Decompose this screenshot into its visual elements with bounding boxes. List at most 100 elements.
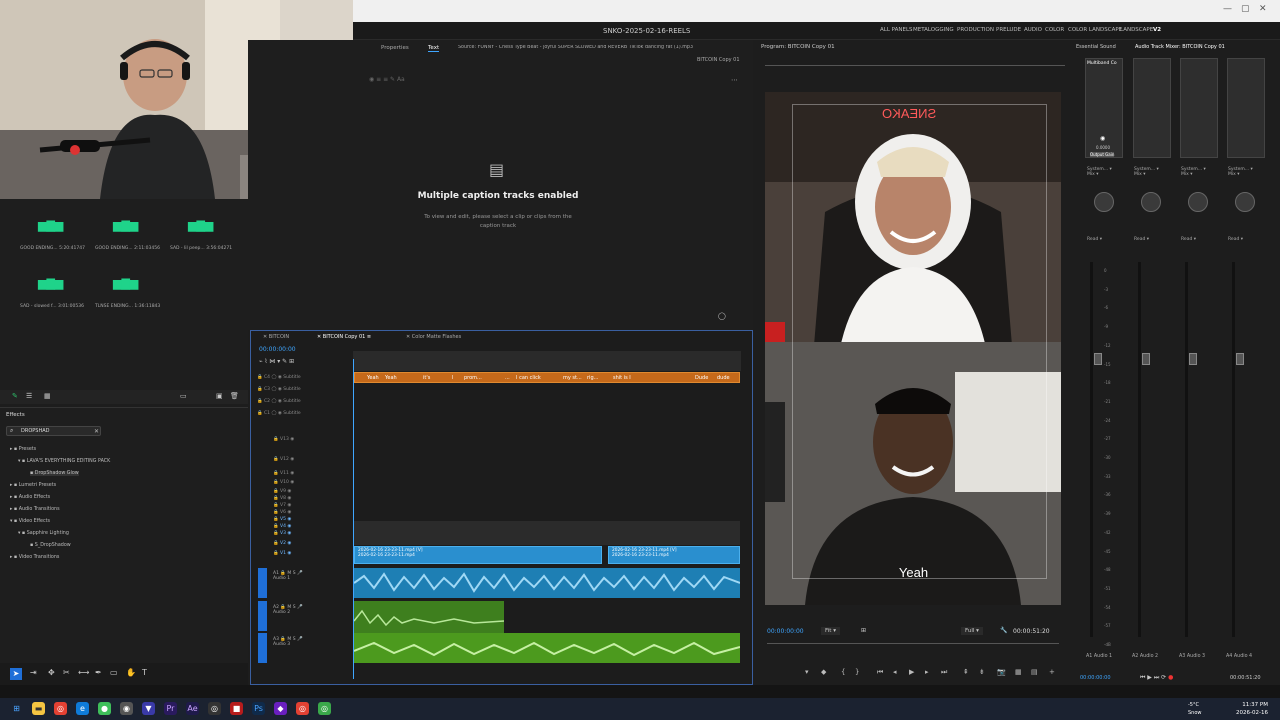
input-select[interactable]: System... ▾ Mix ▾ xyxy=(1228,167,1253,177)
weather-widget[interactable]: -5°C Snow xyxy=(1188,701,1202,717)
multicam-icon[interactable]: ▤ xyxy=(1031,668,1038,676)
pan-knob[interactable] xyxy=(1141,192,1161,212)
quality-select[interactable]: Full ▾ xyxy=(961,627,983,635)
tab-sequence[interactable]: ✕ BITCOIN xyxy=(263,334,289,340)
knob-icon[interactable]: ◉ xyxy=(1100,135,1105,142)
caption-word[interactable]: shit is I xyxy=(613,375,631,381)
program-scrubber[interactable] xyxy=(767,643,1059,655)
pen-tool-icon[interactable]: ✒ xyxy=(95,668,102,677)
track-header-subtitle[interactable]: 🔒 C1 ◯ ◉ Subtitle xyxy=(257,411,353,416)
track-target-a1[interactable] xyxy=(258,568,267,598)
step-back-icon[interactable]: ⏮ xyxy=(877,668,883,677)
snap-icon[interactable]: ⌁ ⌇ ⋈ ▾ ✎ ⊞ xyxy=(259,358,294,365)
tab-properties[interactable]: Properties xyxy=(381,45,409,51)
audio-clip-thumbnail[interactable]: ▆▇▆ GOOD ENDING... 2:11:03456 xyxy=(95,219,160,259)
slip-tool-icon[interactable]: ⟷ xyxy=(78,668,89,677)
step-forward-icon[interactable]: ⏭ xyxy=(941,668,947,677)
new-bin-icon[interactable]: ▭ xyxy=(180,392,187,400)
app-icon[interactable]: ● xyxy=(98,702,111,715)
list-view-icon[interactable]: ☰ xyxy=(26,392,32,400)
mixer-transport-icons[interactable]: ⏮ ▶ ⏭ ⟳ ● xyxy=(1140,674,1173,682)
photoshop-icon[interactable]: Ps xyxy=(252,702,265,715)
system-clock[interactable]: 11:37 PM 2026-02-16 xyxy=(1236,701,1268,717)
track-header-video[interactable]: 🔒 V7 ◉ xyxy=(273,503,369,508)
minimize-icon[interactable]: — xyxy=(1223,4,1232,14)
audio-clip-thumbnail[interactable]: ▆▇▆ SAD - lil peep... 3:56:04271 xyxy=(170,219,232,259)
track-header-subtitle[interactable]: 🔒 C4 ◯ ◉ Subtitle xyxy=(257,375,353,380)
video-clip[interactable]: 2026-02-16 23-23-11.mp4 [V] 2026-02-16 23… xyxy=(608,546,740,564)
timeline-timecode[interactable]: 00:00:00:00 xyxy=(259,346,296,353)
effects-item[interactable]: ▪ DropShadow Glow xyxy=(30,471,79,476)
more-options-icon[interactable]: ⋯ xyxy=(731,76,738,84)
workspace-tab[interactable]: PRELUDE xyxy=(996,27,1021,33)
mark-out-icon[interactable]: ◆ xyxy=(821,668,826,676)
premiere-icon[interactable]: Pr xyxy=(164,702,177,715)
compare-icon[interactable]: ▦ xyxy=(1015,668,1022,676)
workspace-tab[interactable]: ALL PANELS xyxy=(880,27,913,33)
caption-word[interactable]: ... xyxy=(505,375,510,381)
workspace-tab[interactable]: LANDSCAPE xyxy=(1120,27,1153,33)
caption-word[interactable]: my st... xyxy=(563,375,582,381)
effect-slot[interactable]: Multiband Co ◉ 0.0000 Output Gain xyxy=(1085,58,1123,158)
program-timecode[interactable]: 00:00:00:00 xyxy=(767,628,804,635)
after-effects-icon[interactable]: Ae xyxy=(186,702,199,715)
audio-clip-a3[interactable] xyxy=(354,633,740,663)
lift-icon[interactable]: ⇞ xyxy=(963,668,969,676)
track-header-video[interactable]: 🔒 V11 ◉ xyxy=(273,471,369,476)
windows-start-icon[interactable]: ⊞ xyxy=(10,702,23,715)
workspace-tab[interactable]: COLOR xyxy=(1045,27,1064,33)
track-header-video[interactable]: 🔒 V13 ◉ xyxy=(273,437,369,442)
playhead[interactable] xyxy=(353,359,354,679)
ripple-edit-icon[interactable]: ✥ xyxy=(48,668,55,677)
track-header-video[interactable]: 🔒 V12 ◉ xyxy=(273,457,369,462)
effect-slot[interactable] xyxy=(1227,58,1265,158)
camera-icon[interactable]: 📷 xyxy=(997,668,1006,676)
maximize-icon[interactable]: ▢ xyxy=(1241,4,1250,14)
frame-forward-icon[interactable]: ▸ xyxy=(925,668,929,676)
pan-knob[interactable] xyxy=(1188,192,1208,212)
input-select[interactable]: System... ▾ Mix ▾ xyxy=(1134,167,1159,177)
audio-clip-a2[interactable] xyxy=(354,601,504,633)
track-header-video[interactable]: 🔒 V8 ◉ xyxy=(273,496,369,501)
workspace-tab[interactable]: COLOR LANDSCAPE xyxy=(1068,27,1122,33)
icon-view-icon[interactable]: ▦ xyxy=(44,392,51,400)
zoom-slider-icon[interactable]: ◯ xyxy=(718,312,726,320)
effects-folder[interactable]: ▾ ▪ LAVA'S EVERYTHING EDITING PACK xyxy=(18,459,110,464)
effects-folder[interactable]: ▸ ▪ Video Transitions xyxy=(10,555,59,560)
video-clip[interactable]: 2026-02-16 23-23-11.mp4 [V] 2026-02-16 23… xyxy=(354,546,602,564)
go-to-out-icon[interactable]: } xyxy=(855,668,859,676)
caption-word[interactable]: I xyxy=(452,375,453,381)
edge-icon[interactable]: e xyxy=(76,702,89,715)
app-icon[interactable]: ◎ xyxy=(318,702,331,715)
rectangle-tool-icon[interactable]: ▭ xyxy=(110,668,118,677)
volume-fader[interactable] xyxy=(1094,353,1102,365)
caption-word[interactable]: prom... xyxy=(464,375,482,381)
mixer-timecode[interactable]: 00:00:00:00 xyxy=(1080,675,1111,681)
tab-sequence-active[interactable]: ✕ BITCOIN Copy 01 ≡ xyxy=(317,334,371,340)
obs-icon[interactable]: ◎ xyxy=(208,702,221,715)
clear-search-icon[interactable]: ✕ xyxy=(94,428,99,435)
razor-icon[interactable]: ✂ xyxy=(63,668,70,677)
chrome-icon[interactable]: ◎ xyxy=(296,702,309,715)
track-target-a3[interactable] xyxy=(258,633,267,663)
effects-folder[interactable]: ▸ ▪ Audio Effects xyxy=(10,495,50,500)
effects-search-input[interactable]: ⌕ DROPSHAD xyxy=(6,426,101,436)
caption-word[interactable]: Dude xyxy=(695,375,708,381)
caption-word[interactable]: rig... xyxy=(587,375,598,381)
volume-fader[interactable] xyxy=(1236,353,1244,365)
time-ruler[interactable] xyxy=(353,351,741,371)
settings-icon[interactable]: ⊞ xyxy=(861,627,866,634)
caption-clip[interactable]: Yeah Yeah it's I prom... ... I can click… xyxy=(354,372,740,383)
pencil-icon[interactable]: ✎ xyxy=(12,392,18,400)
tab-text[interactable]: Text xyxy=(428,45,440,52)
audio-clip-thumbnail[interactable]: ▆▇▆ GOOD ENDING... 5:20:41747 xyxy=(20,219,85,259)
pan-knob[interactable] xyxy=(1235,192,1255,212)
extract-icon[interactable]: ⇟ xyxy=(979,668,985,676)
automation-select[interactable]: Read ▾ xyxy=(1181,237,1196,242)
play-icon[interactable]: ▶ xyxy=(909,668,914,676)
track-target-a2[interactable] xyxy=(258,601,267,631)
effects-item[interactable]: ▪ S_DropShadow xyxy=(30,543,71,548)
caption-word[interactable]: it's xyxy=(423,375,430,381)
trash-icon[interactable]: 🗑 xyxy=(230,392,239,400)
track-header-subtitle[interactable]: 🔒 C2 ◯ ◉ Subtitle xyxy=(257,399,353,404)
